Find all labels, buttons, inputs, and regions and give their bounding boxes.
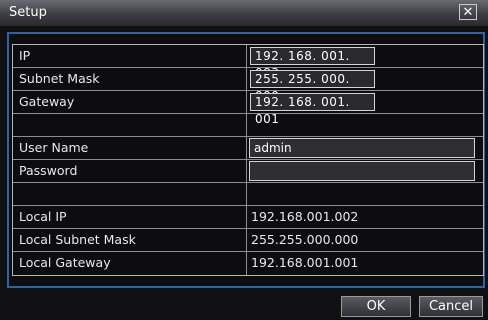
cancel-button[interactable]: Cancel <box>419 296 483 317</box>
user-name-input[interactable]: admin <box>249 138 475 158</box>
table-row: Password <box>13 160 483 183</box>
password-input[interactable] <box>249 161 475 181</box>
table-row: Gateway 192. 168. 001. 001 <box>13 91 483 126</box>
empty-row <box>13 114 483 137</box>
local-gateway-value: 192.168.001.001 <box>251 255 359 270</box>
setup-dialog: Setup ✕ IP 192. 168. 001. 083 Subnet Mas… <box>0 0 488 320</box>
gateway-input[interactable]: 192. 168. 001. 001 <box>250 93 375 126</box>
ok-button[interactable]: OK <box>341 296 411 317</box>
ip-label: IP <box>13 45 247 67</box>
table-row: Local IP 192.168.001.002 <box>13 206 483 229</box>
password-label: Password <box>13 160 247 182</box>
local-ip-label: Local IP <box>13 206 247 228</box>
table-row: Subnet Mask 255. 255. 000. 000 <box>13 68 483 103</box>
local-gateway-label: Local Gateway <box>13 252 247 275</box>
dialog-title: Setup <box>9 5 47 20</box>
gateway-label: Gateway <box>13 91 247 113</box>
user-name-label: User Name <box>13 137 247 159</box>
table-row: Local Gateway 192.168.001.001 <box>13 252 483 275</box>
local-subnet-mask-label: Local Subnet Mask <box>13 229 247 251</box>
settings-table: IP 192. 168. 001. 083 Subnet Mask 255. 2… <box>12 44 484 276</box>
close-icon[interactable]: ✕ <box>459 4 477 20</box>
subnet-mask-input[interactable]: 255. 255. 000. 000 <box>250 70 375 103</box>
local-subnet-mask-value: 255.255.000.000 <box>251 232 359 247</box>
empty-row <box>13 183 483 206</box>
ip-input[interactable]: 192. 168. 001. 083 <box>250 47 375 80</box>
local-ip-value: 192.168.001.002 <box>251 209 359 224</box>
table-row: User Name admin <box>13 137 483 160</box>
title-bar: Setup ✕ <box>0 0 488 26</box>
table-row: Local Subnet Mask 255.255.000.000 <box>13 229 483 252</box>
table-row: IP 192. 168. 001. 083 <box>13 45 483 80</box>
subnet-mask-label: Subnet Mask <box>13 68 247 90</box>
